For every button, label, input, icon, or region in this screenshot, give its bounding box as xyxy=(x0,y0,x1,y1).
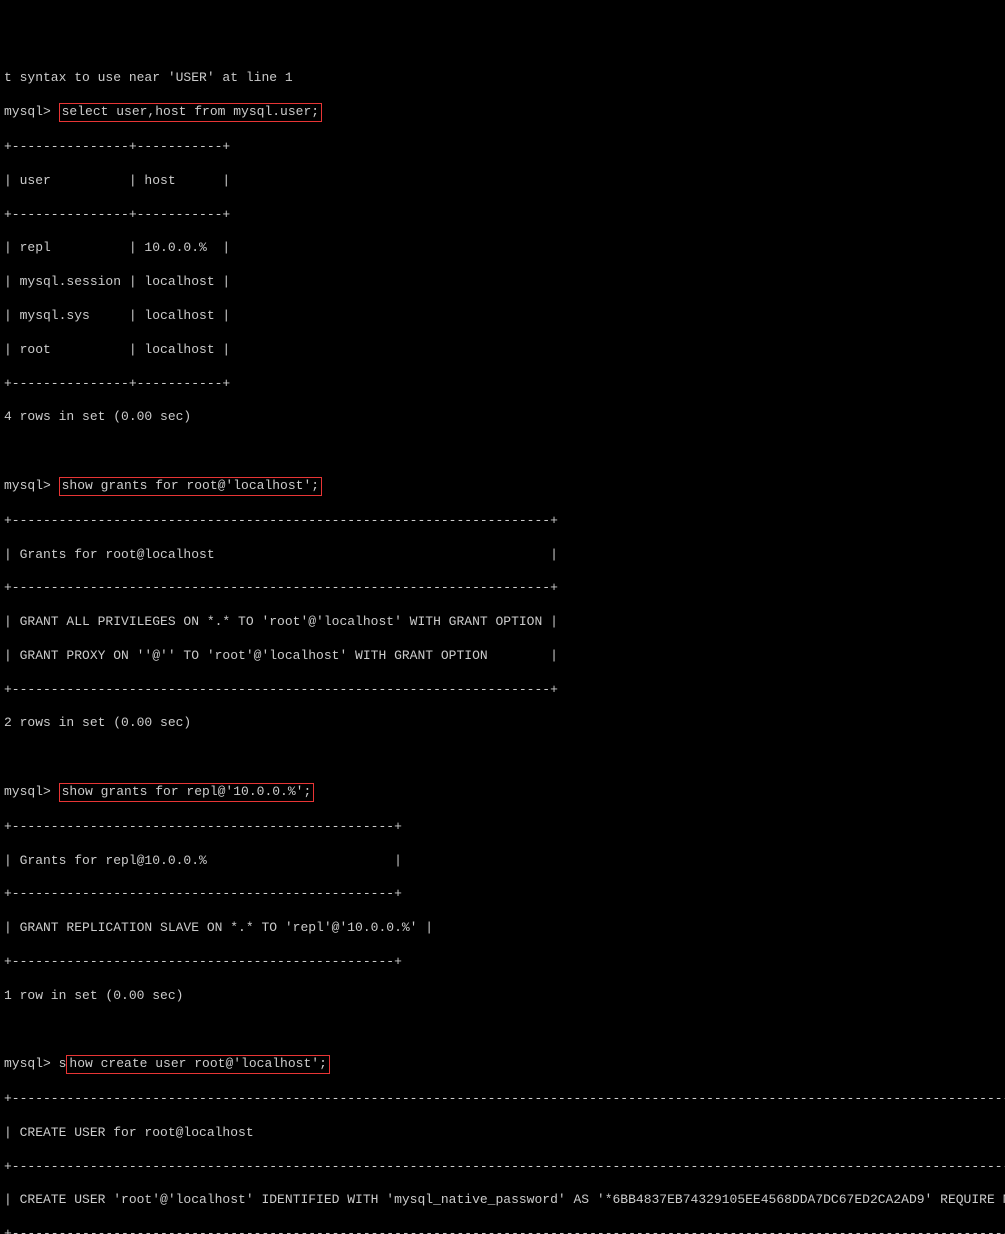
table-sep: +---------------------------------------… xyxy=(4,1159,1001,1176)
table-sep: +---------------+-----------+ xyxy=(4,207,1001,224)
prompt: mysql> xyxy=(4,104,59,119)
table-sep: +---------------------------------------… xyxy=(4,682,1001,699)
table-header: | CREATE USER for root@localhost | xyxy=(4,1125,1001,1142)
table-header: | Grants for root@localhost | xyxy=(4,547,1001,564)
prompt: mysql> xyxy=(4,478,59,493)
table-sep: +---------------------------------------… xyxy=(4,954,1001,971)
table-header: | user | host | xyxy=(4,173,1001,190)
error-fragment: t syntax to use near 'USER' at line 1 xyxy=(4,70,1001,87)
table-sep: +---------------------------------------… xyxy=(4,1226,1001,1234)
table-sep: +---------------+-----------+ xyxy=(4,376,1001,393)
table-row: | CREATE USER 'root'@'localhost' IDENTIF… xyxy=(4,1192,1001,1209)
table-sep: +---------------------------------------… xyxy=(4,819,1001,836)
table-sep: +---------------------------------------… xyxy=(4,513,1001,530)
prompt: mysql> xyxy=(4,1056,59,1071)
table-row: | mysql.session | localhost | xyxy=(4,274,1001,291)
blank xyxy=(4,749,1001,766)
prompt: mysql> xyxy=(4,784,59,799)
blank xyxy=(4,443,1001,460)
result-footer: 2 rows in set (0.00 sec) xyxy=(4,715,1001,732)
command-highlight: select user,host from mysql.user; xyxy=(59,103,322,122)
table-sep: +---------------+-----------+ xyxy=(4,139,1001,156)
cmd-line-1: mysql> select user,host from mysql.user; xyxy=(4,103,1001,122)
blank xyxy=(4,1021,1001,1038)
command-highlight: show grants for repl@'10.0.0.%'; xyxy=(59,783,315,802)
table-row: | mysql.sys | localhost | xyxy=(4,308,1001,325)
table-sep: +---------------------------------------… xyxy=(4,886,1001,903)
cmd-line-3: mysql> show grants for repl@'10.0.0.%'; xyxy=(4,783,1001,802)
table-header: | Grants for repl@10.0.0.% | xyxy=(4,853,1001,870)
command-highlight: show grants for root@'localhost'; xyxy=(59,477,322,496)
result-footer: 1 row in set (0.00 sec) xyxy=(4,988,1001,1005)
table-sep: +---------------------------------------… xyxy=(4,580,1001,597)
table-row: | repl | 10.0.0.% | xyxy=(4,240,1001,257)
table-row: | GRANT PROXY ON ''@'' TO 'root'@'localh… xyxy=(4,648,1001,665)
cmd4-prefix: s xyxy=(59,1056,67,1071)
cmd-line-4: mysql> show create user root@'localhost'… xyxy=(4,1055,1001,1074)
table-row: | root | localhost | xyxy=(4,342,1001,359)
cmd-line-2: mysql> show grants for root@'localhost'; xyxy=(4,477,1001,496)
table-row: | GRANT REPLICATION SLAVE ON *.* TO 'rep… xyxy=(4,920,1001,937)
table-sep: +---------------------------------------… xyxy=(4,1091,1001,1108)
result-footer: 4 rows in set (0.00 sec) xyxy=(4,409,1001,426)
command-highlight: how create user root@'localhost'; xyxy=(66,1055,329,1074)
